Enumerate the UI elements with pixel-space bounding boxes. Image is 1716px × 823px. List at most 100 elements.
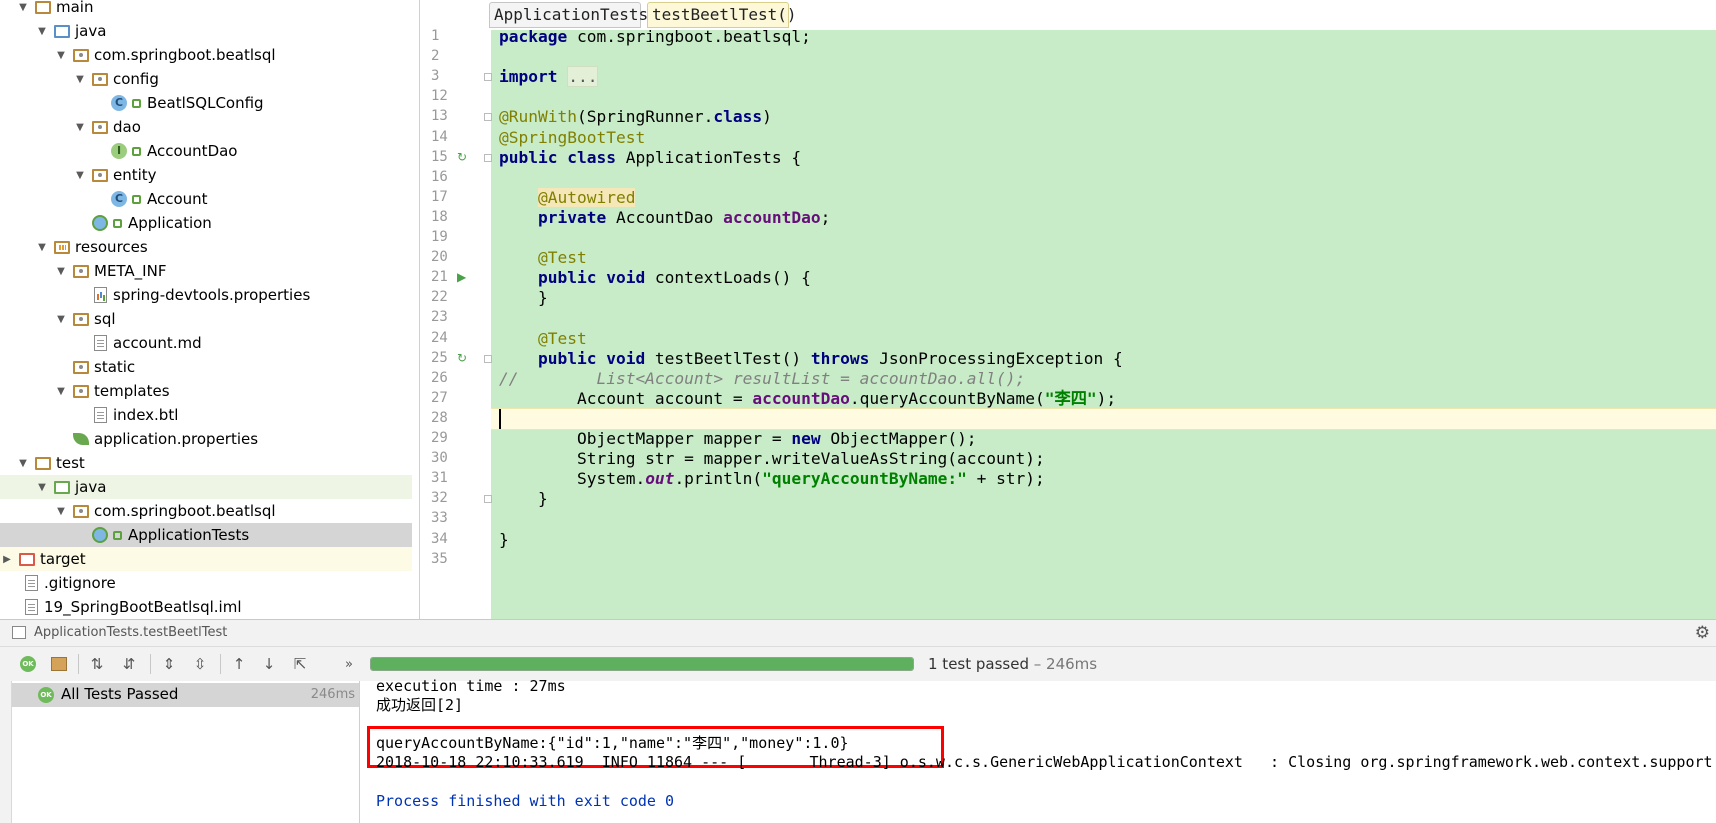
resources-folder-icon: [53, 239, 71, 255]
tree-item-application-properties[interactable]: application.properties: [0, 427, 412, 451]
expand-arrow-icon[interactable]: ▼: [54, 50, 68, 61]
tree-item-label: application.properties: [94, 430, 259, 448]
sort-alphabetically-icon[interactable]: ⇅: [86, 653, 108, 675]
tree-item-gitignore[interactable]: .gitignore: [0, 571, 412, 595]
test-status: 1 test passed – 246ms: [928, 655, 1097, 673]
tree-item-main[interactable]: ▼ main: [0, 0, 412, 19]
tree-item-java[interactable]: ▼ java: [0, 19, 412, 43]
run-config-title[interactable]: ApplicationTests.testBeetlTest: [34, 625, 227, 640]
tree-item-label: .gitignore: [44, 574, 116, 592]
tree-item-java[interactable]: ▼ java: [0, 475, 412, 499]
test-class-icon: [91, 527, 109, 543]
tree-item-account-md[interactable]: account.md: [0, 331, 412, 355]
expand-arrow-icon[interactable]: ▼: [73, 170, 87, 181]
project-tree-panel: ▼ main ▼ java ▼ com.springboot.beatlsql ▼ confi…: [0, 0, 420, 619]
test-result-label: All Tests Passed: [61, 685, 179, 703]
class-icon: C: [110, 191, 128, 207]
expand-arrow-icon[interactable]: ▼: [35, 26, 49, 37]
code-line: }: [499, 529, 509, 549]
package-icon: [72, 47, 90, 63]
tree-item-com-springboot-beatlsql[interactable]: ▼ com.springboot.beatlsql: [0, 499, 412, 523]
code-line: @Autowired: [537, 187, 636, 207]
expand-arrow-icon[interactable]: ▼: [35, 482, 49, 493]
tree-item-config[interactable]: ▼ config: [0, 67, 412, 91]
test-result-row[interactable]: OK All Tests Passed 246ms: [12, 683, 359, 707]
tree-item-static[interactable]: static: [0, 355, 412, 379]
line-number: 18: [431, 208, 448, 225]
tree-item-sql[interactable]: ▼ sql: [0, 307, 412, 331]
tree-item-account[interactable]: C Account: [0, 187, 412, 211]
breadcrumb-class[interactable]: ApplicationTests: [489, 2, 648, 28]
tree-item-templates[interactable]: ▼ templates: [0, 379, 412, 403]
show-ignored-icon[interactable]: [48, 653, 70, 675]
line-number: 27: [431, 389, 448, 406]
tree-item-label: java: [75, 22, 107, 40]
line-number: 20: [431, 249, 448, 266]
console-line: 2018-10-18 22:10:33.619 INFO 11864 --- […: [376, 753, 1716, 772]
code-line: private AccountDao accountDao;: [537, 207, 831, 227]
sort-by-duration-icon[interactable]: ⇵: [118, 653, 140, 675]
rerun-test-icon[interactable]: ↻: [457, 150, 467, 164]
test-result-time: 246ms: [310, 687, 355, 702]
properties-file-icon: [91, 287, 109, 303]
tree-item-19-springbootbeatlsql-iml[interactable]: 19_SpringBootBeatlsql.iml: [0, 595, 412, 619]
code-line: public class ApplicationTests {: [499, 147, 802, 167]
settings-gear-icon[interactable]: ⚙: [1695, 623, 1710, 643]
previous-failed-icon[interactable]: ↑: [228, 653, 250, 675]
tree-item-index-btl[interactable]: index.btl: [0, 403, 412, 427]
collapse-all-icon[interactable]: ⇳: [189, 653, 211, 675]
more-actions-icon[interactable]: »: [338, 653, 360, 675]
code-area[interactable]: package com.springboot.beatlsql; import .…: [491, 27, 1716, 619]
tree-item-test[interactable]: ▼ test: [0, 451, 412, 475]
expand-arrow-icon[interactable]: ▼: [54, 314, 68, 325]
rerun-test-icon[interactable]: ↻: [457, 351, 467, 365]
tree-item-label: META_INF: [94, 262, 167, 280]
tree-item-applicationtests[interactable]: ApplicationTests: [0, 523, 412, 547]
code-line: public void contextLoads() {: [537, 268, 811, 288]
test-results-tree: OK All Tests Passed 246ms: [0, 681, 360, 823]
run-toolbar: OK ⇅ ⇵ ⇕ ⇳ ↑ ↓ ⇱ » 1 test passed – 246ms: [0, 647, 1716, 681]
tree-item-entity[interactable]: ▼ entity: [0, 163, 412, 187]
expand-arrow-icon[interactable]: ▼: [73, 74, 87, 85]
expand-arrow-icon[interactable]: ▼: [16, 458, 30, 469]
run-config-icon: [12, 626, 26, 639]
tree-item-label: Account: [147, 190, 208, 208]
export-results-icon[interactable]: ⇱: [289, 653, 311, 675]
tree-item-dao[interactable]: ▼ dao: [0, 115, 412, 139]
expand-arrow-icon[interactable]: ▼: [54, 266, 68, 277]
tree-item-meta-inf[interactable]: ▼ META_INF: [0, 259, 412, 283]
collapse-arrow-icon[interactable]: ▶: [0, 554, 14, 565]
show-passed-icon[interactable]: OK: [17, 653, 39, 675]
tree-item-com-springboot-beatlsql[interactable]: ▼ com.springboot.beatlsql: [0, 43, 412, 67]
run-test-icon[interactable]: ▶: [457, 270, 466, 284]
tree-item-beatlsqlconfig[interactable]: C BeatlSQLConfig: [0, 91, 412, 115]
line-number: 32: [431, 490, 448, 507]
package-icon: [91, 71, 109, 87]
run-side-strip: [0, 681, 12, 823]
line-number: 31: [431, 470, 448, 487]
source-folder-icon: [53, 23, 71, 39]
tree-item-application[interactable]: Application: [0, 211, 412, 235]
expand-arrow-icon[interactable]: ▼: [54, 506, 68, 517]
line-number: 12: [431, 88, 448, 105]
tree-item-resources[interactable]: ▼ resources: [0, 235, 412, 259]
tree-item-spring-devtools-properties[interactable]: spring-devtools.properties: [0, 283, 412, 307]
expand-arrow-icon[interactable]: ▼: [54, 386, 68, 397]
folder-icon: [34, 455, 52, 471]
file-icon: [91, 335, 109, 351]
expand-all-icon[interactable]: ⇕: [158, 653, 180, 675]
console-line: execution time : 27ms: [376, 677, 566, 695]
line-number: 28: [431, 409, 448, 426]
console-output[interactable]: execution time : 27ms 成功返回[2] queryAccount…: [361, 677, 1716, 823]
expand-arrow-icon[interactable]: ▼: [35, 242, 49, 253]
next-failed-icon[interactable]: ↓: [258, 653, 280, 675]
package-icon: [72, 383, 90, 399]
breadcrumb-method[interactable]: testBeetlTest(): [647, 2, 797, 28]
code-line: }: [499, 288, 548, 308]
tree-item-accountdao[interactable]: I AccountDao: [0, 139, 412, 163]
expand-arrow-icon[interactable]: ▼: [73, 122, 87, 133]
tree-item-target[interactable]: ▶ target: [0, 547, 412, 571]
line-number: 29: [431, 430, 448, 446]
file-icon: [22, 599, 40, 615]
expand-arrow-icon[interactable]: ▼: [16, 2, 30, 13]
